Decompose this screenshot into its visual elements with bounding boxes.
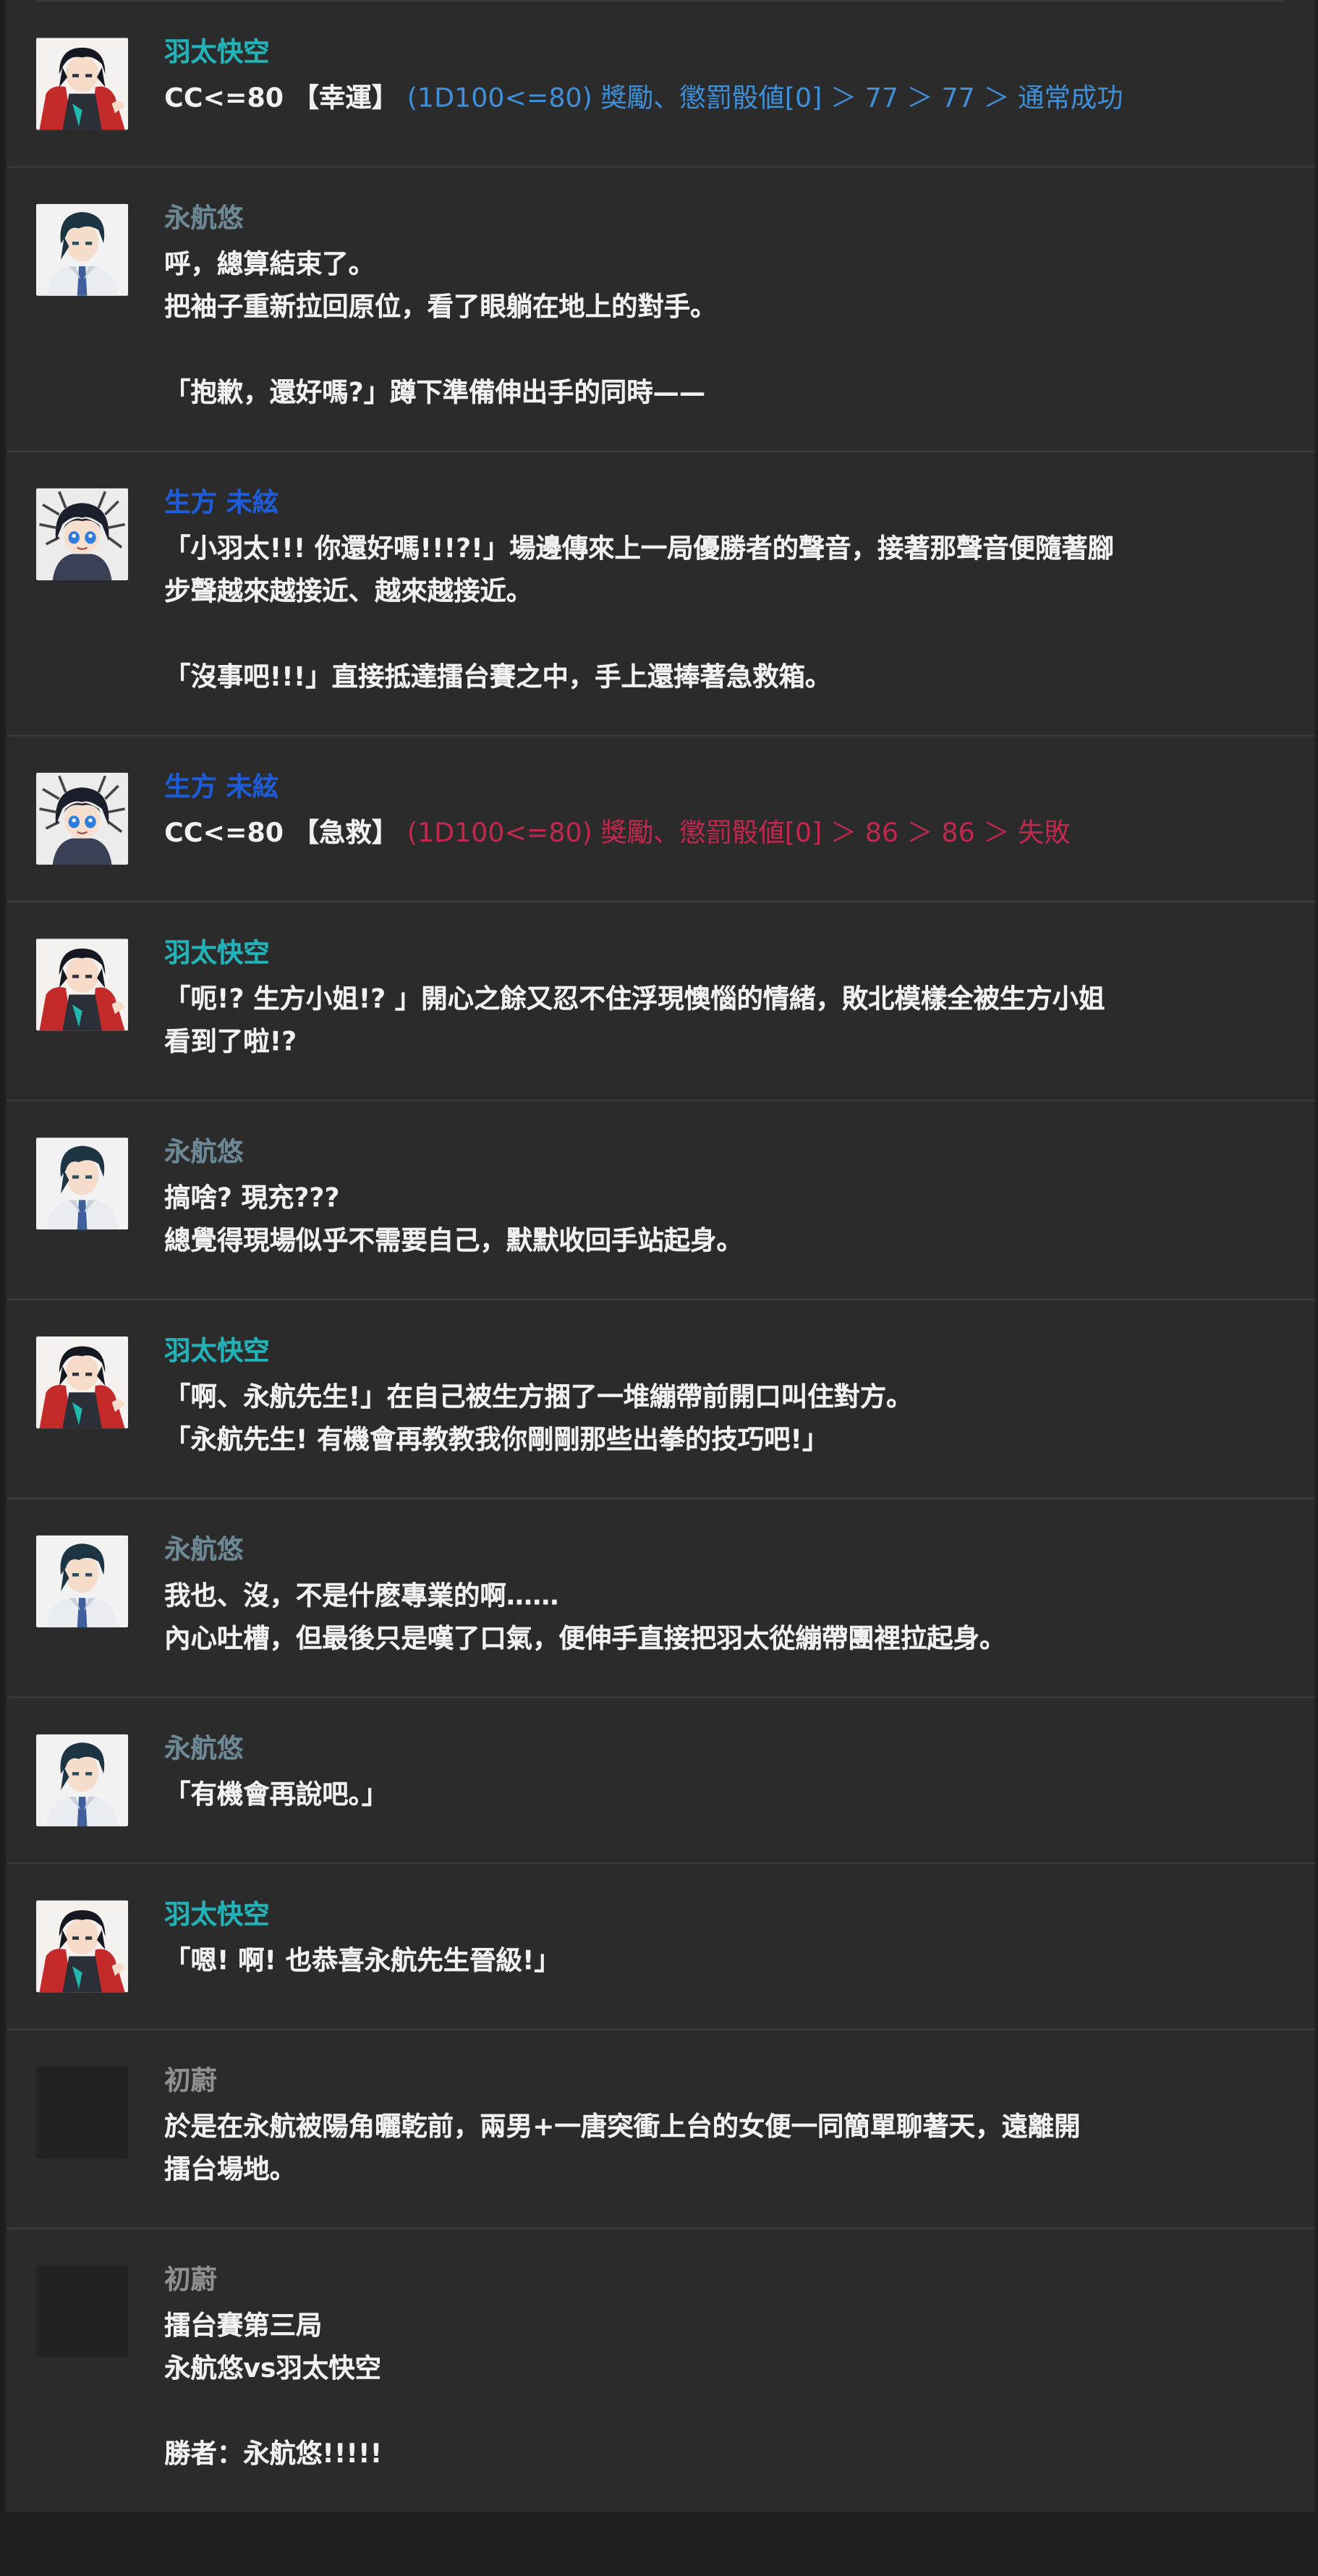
hatakuu-avatar[interactable] — [35, 1900, 129, 1993]
message-line: 擂台賽第三局 — [164, 2309, 323, 2342]
hatakuu-avatar[interactable] — [35, 939, 129, 1031]
chat-message: 生方 未絃 CC<=80 【急救】 (1D100<=80) 獎勵、懲罰骰値[0]… — [7, 737, 1315, 903]
message-line: 「呃!? 生方小姐!? 」開心之餘又忍不住浮現懊惱的情緒，敗北模樣全被生方小姐 — [164, 983, 1105, 1014]
eikouyuu-avatar[interactable] — [35, 203, 129, 296]
speaker-name[interactable]: 永航悠 — [164, 1731, 1285, 1767]
roll-command: CC<=80 【幸運】 — [164, 82, 399, 114]
message-line: 看到了啦!? — [164, 1025, 297, 1057]
roll-command: CC<=80 【急救】 — [164, 817, 399, 849]
message-line: 把袖子重新拉回原位，看了眼躺在地上的對手。 — [164, 291, 717, 323]
message-content: 永航悠 我也、沒，不是什麽專業的啊…… 內心吐槽，但最後只是嘆了口氣，便伸手直接… — [164, 1532, 1285, 1661]
dice-roll-line: CC<=80 【急救】 (1D100<=80) 獎勵、懲罰骰値[0] ＞ 86 … — [164, 812, 1285, 855]
message-line: 於是在永航被陽角曬乾前，兩男+一唐突衝上台的女便一同簡單聊著天，遠離開 — [164, 2110, 1081, 2143]
message-content: 初蔚 於是在永航被陽角曬乾前，兩男+一唐突衝上台的女便一同簡單聊著天，遠離開 擂… — [164, 2064, 1285, 2192]
scaled-layout: 羽太快空 CC<=80 【幸運】 (1D100<=80) 獎勵、懲罰骰値[0] … — [0, 0, 1318, 2512]
chat-message: 永航悠 搞啥? 現充??? 總覺得現場似乎不需要自己，默默收回手站起身。 — [7, 1101, 1315, 1300]
message-line: 搞啥? 現充??? — [164, 1182, 340, 1213]
message-content: 永航悠 呼，總算結束了。 把袖子重新拉回原位，看了眼躺在地上的對手。 「抱歉，還… — [164, 202, 1285, 415]
blank-avatar[interactable] — [35, 2066, 129, 2158]
message-line: 「啊、永航先生!」在自己被生方捆了一堆繃帶前開口叫住對方。 — [164, 1381, 913, 1412]
message-line: 總覺得現場似乎不需要自己，默默收回手站起身。 — [164, 1224, 743, 1256]
eikouyuu-avatar[interactable] — [35, 1137, 129, 1230]
chat-message: 羽太快空 「呃!? 生方小姐!? 」開心之餘又忍不住浮現懊惱的情緒，敗北模樣全被… — [7, 902, 1315, 1102]
message-line: 擂台場地。 — [164, 2153, 296, 2185]
chat-message: 永航悠 「有機會再說吧。」 — [7, 1698, 1315, 1865]
speaker-name[interactable]: 永航悠 — [164, 1532, 1285, 1568]
blank-avatar[interactable] — [35, 2265, 129, 2357]
speaker-name[interactable]: 羽太快空 — [164, 1897, 1285, 1933]
speaker-name[interactable]: 生方 未絃 — [164, 769, 1285, 805]
message-line: 永航悠vs羽太快空 — [164, 2352, 381, 2384]
chat-message: 羽太快空 CC<=80 【幸運】 (1D100<=80) 獎勵、懲罰骰値[0] … — [7, 1, 1315, 168]
ubukata-avatar[interactable] — [35, 488, 129, 580]
speaker-name[interactable]: 生方 未絃 — [164, 485, 1285, 521]
speaker-name[interactable]: 永航悠 — [164, 1135, 1285, 1171]
message-content: 羽太快空 「啊、永航先生!」在自己被生方捆了一堆繃帶前開口叫住對方。 「永航先生… — [164, 1333, 1285, 1462]
speaker-name[interactable]: 初蔚 — [164, 2063, 1285, 2099]
message-content: 初蔚 擂台賽第三局 永航悠vs羽太快空 勝者：永航悠!!!!! — [164, 2263, 1285, 2476]
speaker-name[interactable]: 羽太快空 — [164, 35, 1285, 71]
chat-message: 羽太快空 「啊、永航先生!」在自己被生方捆了一堆繃帶前開口叫住對方。 「永航先生… — [7, 1300, 1315, 1499]
message-line: 呼，總算結束了。 — [164, 248, 375, 280]
message-line: 步聲越來越接近、越來越接近。 — [164, 575, 533, 607]
message-line: 「小羽太!!! 你還好嗎!!!?!」場邊傳來上一局優勝者的聲音，接著那聲音便隨著… — [164, 533, 1115, 564]
chat-message: 羽太快空 「嗯! 啊! 也恭喜永航先生晉級!」 — [7, 1864, 1315, 2030]
chat-log: 羽太快空 CC<=80 【幸運】 (1D100<=80) 獎勵、懲罰骰値[0] … — [4, 0, 1317, 2512]
chat-message: 初蔚 於是在永航被陽角曬乾前，兩男+一唐突衝上台的女便一同簡單聊著天，遠離開 擂… — [7, 2030, 1315, 2229]
roll-result: (1D100<=80) 獎勵、懲罰骰値[0] ＞ 86 ＞ 86 ＞ 失敗 — [407, 817, 1071, 849]
chat-message: 永航悠 呼，總算結束了。 把袖子重新拉回原位，看了眼躺在地上的對手。 「抱歉，還… — [7, 168, 1315, 452]
chat-message: 永航悠 我也、沒，不是什麽專業的啊…… 內心吐槽，但最後只是嘆了口氣，便伸手直接… — [7, 1499, 1315, 1698]
message-line: 「永航先生! 有機會再教教我你剛剛那些出拳的技巧吧!」 — [164, 1423, 829, 1455]
message-content: 永航悠 搞啥? 現充??? 總覺得現場似乎不需要自己，默默收回手站起身。 — [164, 1135, 1285, 1263]
message-content: 羽太快空 「嗯! 啊! 也恭喜永航先生晉級!」 — [164, 1897, 1285, 1983]
dice-roll-line: CC<=80 【幸運】 (1D100<=80) 獎勵、懲罰骰値[0] ＞ 77 … — [164, 77, 1285, 120]
speaker-name[interactable]: 羽太快空 — [164, 936, 1285, 972]
speaker-name[interactable]: 羽太快空 — [164, 1333, 1285, 1369]
message-line: 勝者：永航悠!!!!! — [164, 2438, 383, 2470]
message-line: 「抱歉，還好嗎?」蹲下準備伸出手的同時—— — [164, 376, 706, 408]
message-content: 羽太快空 CC<=80 【幸運】 (1D100<=80) 獎勵、懲罰骰値[0] … — [164, 35, 1285, 120]
message-content: 生方 未絃 CC<=80 【急救】 (1D100<=80) 獎勵、懲罰骰値[0]… — [164, 771, 1285, 855]
eikouyuu-avatar[interactable] — [35, 1734, 129, 1826]
ubukata-avatar[interactable] — [35, 772, 129, 865]
message-content: 羽太快空 「呃!? 生方小姐!? 」開心之餘又忍不住浮現懊惱的情緒，敗北模樣全被… — [164, 936, 1285, 1064]
speaker-name[interactable]: 初蔚 — [164, 2262, 1285, 2298]
chat-message: 初蔚 擂台賽第三局 永航悠vs羽太快空 勝者：永航悠!!!!! — [7, 2229, 1314, 2512]
message-line: 「沒事吧!!!」直接抵達擂台賽之中，手上還捧著急救箱。 — [164, 661, 832, 692]
message-line: 「嗯! 啊! 也恭喜永航先生晉級!」 — [164, 1944, 561, 1976]
message-content: 生方 未絃 「小羽太!!! 你還好嗎!!!?!」場邊傳來上一局優勝者的聲音，接著… — [164, 485, 1285, 699]
message-line: 「有機會再說吧。」 — [164, 1779, 388, 1810]
speaker-name[interactable]: 永航悠 — [164, 200, 1285, 237]
eikouyuu-avatar[interactable] — [35, 1535, 129, 1628]
message-line: 我也、沒，不是什麽專業的啊…… — [164, 1580, 559, 1611]
chat-message: 生方 未絃 「小羽太!!! 你還好嗎!!!?!」場邊傳來上一局優勝者的聲音，接著… — [7, 452, 1315, 737]
roll-result: (1D100<=80) 獎勵、懲罰骰値[0] ＞ 77 ＞ 77 ＞ 通常成功 — [407, 82, 1123, 114]
message-line: 內心吐槽，但最後只是嘆了口氣，便伸手直接把羽太從繃帶團裡拉起身。 — [164, 1622, 1006, 1654]
message-content: 永航悠 「有機會再說吧。」 — [164, 1731, 1285, 1817]
hatakuu-avatar[interactable] — [35, 38, 129, 130]
page: 羽太快空 CC<=80 【幸運】 (1D100<=80) 獎勵、懲罰骰値[0] … — [0, 0, 1318, 2576]
hatakuu-avatar[interactable] — [35, 1336, 129, 1429]
